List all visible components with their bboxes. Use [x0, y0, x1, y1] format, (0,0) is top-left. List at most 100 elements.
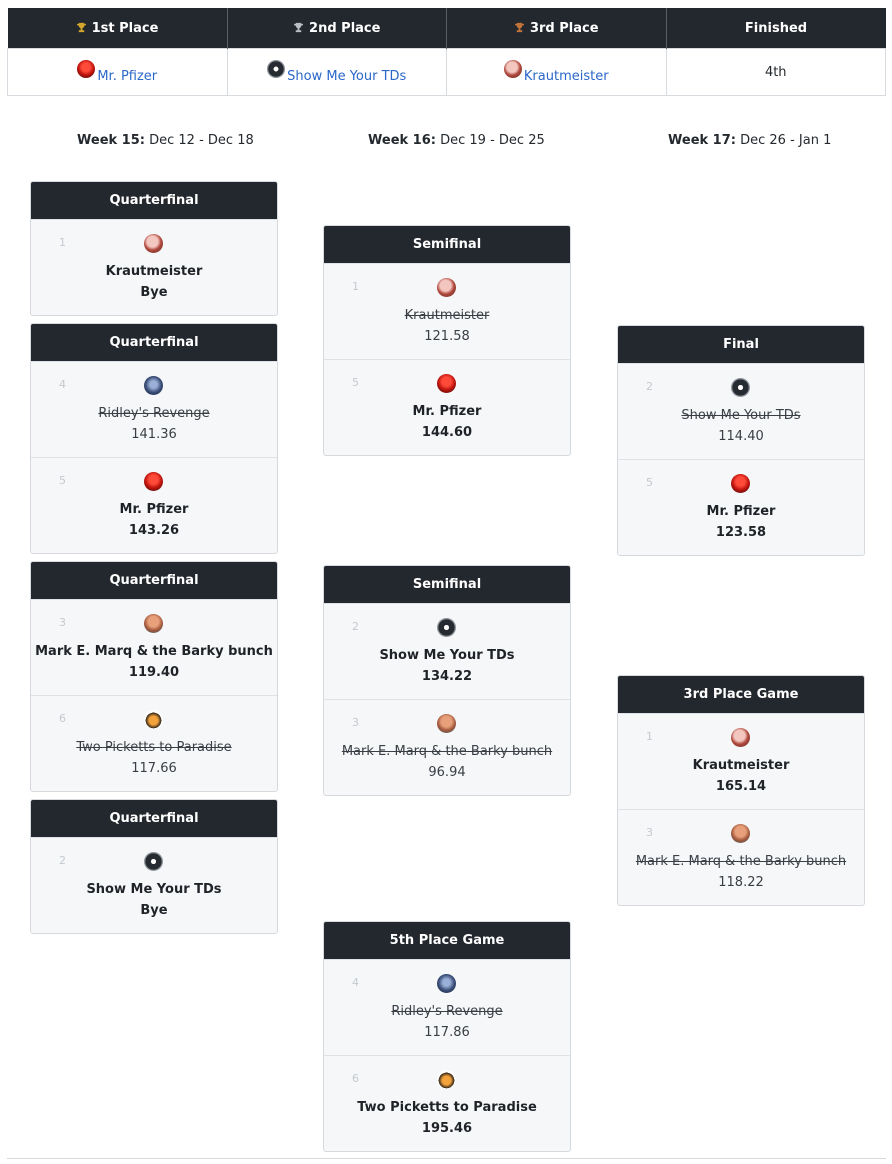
week-15-header: Week 15: Dec 12 - Dec 18 [77, 133, 254, 148]
avatar [267, 60, 286, 78]
team-slot[interactable]: 3 Mark E. Marq & the Barky bunch 96.94 [324, 699, 570, 795]
seed: 1 [59, 236, 66, 249]
avatar [144, 472, 163, 491]
team-slot[interactable]: 2 Show Me Your TDs 134.22 [324, 603, 570, 699]
seed: 3 [646, 826, 653, 839]
quarterfinal-card-3: Quarterfinal 3 Mark E. Marq & the Barky … [30, 561, 278, 792]
match-title: 5th Place Game [324, 922, 570, 959]
match-title: Final [618, 326, 864, 363]
avatar [731, 824, 750, 843]
quarterfinal-card-4: Quarterfinal 2 Show Me Your TDs Bye [30, 799, 278, 934]
avatar [144, 234, 163, 253]
team-slot[interactable]: 1 Krautmeister 121.58 [324, 263, 570, 359]
team-score: 117.66 [131, 761, 177, 776]
avatar [731, 728, 750, 747]
team-score: 119.40 [128, 665, 180, 680]
team-slot[interactable]: 2 Show Me Your TDs 114.40 [618, 363, 864, 459]
second-place-cell[interactable]: Show Me Your TDs [226, 48, 447, 96]
avatar [731, 474, 750, 493]
team-name: Ridley's Revenge [98, 406, 210, 421]
seed: 1 [352, 280, 359, 293]
semifinal-card-2: Semifinal 2 Show Me Your TDs 134.22 3 Ma… [323, 565, 571, 796]
avatar [437, 374, 456, 393]
standings-header-row: 1st Place 2nd Place 3rd Place Finished [7, 8, 886, 49]
team-score: 134.22 [421, 669, 473, 684]
standings-table: 1st Place 2nd Place 3rd Place Finished M… [7, 8, 886, 96]
seed: 4 [59, 378, 66, 391]
avatar [503, 60, 522, 78]
first-place-header: 1st Place [7, 8, 227, 49]
seed: 5 [352, 376, 359, 389]
avatar [437, 278, 456, 297]
team-name: Krautmeister [105, 264, 203, 279]
first-place-team-link[interactable]: Mr. Pfizer [97, 69, 157, 84]
avatar [437, 974, 456, 993]
semifinal-card-1: Semifinal 1 Krautmeister 121.58 5 Mr. Pf… [323, 225, 571, 456]
team-score: 117.86 [424, 1025, 470, 1040]
team-slot[interactable]: 4 Ridley's Revenge 141.36 [31, 361, 277, 457]
avatar [437, 714, 456, 733]
team-score: 195.46 [421, 1121, 473, 1136]
seed: 6 [352, 1072, 359, 1085]
team-slot[interactable]: 1 Krautmeister Bye [31, 219, 277, 315]
team-name: Mr. Pfizer [706, 504, 776, 519]
match-title: Quarterfinal [31, 800, 277, 837]
team-slot[interactable]: 5 Mr. Pfizer 123.58 [618, 459, 864, 555]
seed: 5 [646, 476, 653, 489]
team-name: Show Me Your TDs [681, 408, 801, 423]
seed: 2 [59, 854, 66, 867]
team-slot[interactable]: 6 Two Picketts to Paradise 195.46 [324, 1055, 570, 1151]
match-title: Quarterfinal [31, 324, 277, 361]
team-score: 114.40 [718, 429, 764, 444]
team-name: Two Picketts to Paradise [357, 1100, 537, 1115]
team-score: 118.22 [718, 875, 764, 890]
team-score: 96.94 [428, 765, 466, 780]
final-card: Final 2 Show Me Your TDs 114.40 5 Mr. Pf… [617, 325, 865, 556]
third-place-header: 3rd Place [446, 8, 666, 49]
finished-cell: 4th [665, 48, 886, 96]
team-slot[interactable]: 5 Mr. Pfizer 144.60 [324, 359, 570, 455]
week-17-header: Week 17: Dec 26 - Jan 1 [668, 133, 832, 148]
second-place-header: 2nd Place [226, 8, 447, 49]
seed: 3 [352, 716, 359, 729]
team-name: Krautmeister [692, 758, 790, 773]
week-16-header: Week 16: Dec 19 - Dec 25 [368, 133, 545, 148]
seed: 3 [59, 616, 66, 629]
trophy-icon [293, 22, 304, 32]
team-score: 143.26 [128, 523, 180, 538]
second-place-team-link[interactable]: Show Me Your TDs [287, 69, 406, 84]
team-slot[interactable]: 6 Two Picketts to Paradise 117.66 [31, 695, 277, 791]
seed: 2 [352, 620, 359, 633]
fifth-place-card: 5th Place Game 4 Ridley's Revenge 117.86… [323, 921, 571, 1152]
standings-row: Mr. Pfizer Show Me Your TDs Krautmeister… [7, 48, 886, 96]
trophy-icon [76, 22, 86, 32]
team-name: Krautmeister [404, 308, 490, 323]
team-score: Bye [140, 903, 168, 918]
team-score: Bye [140, 285, 168, 300]
seed: 4 [352, 976, 359, 989]
team-name: Ridley's Revenge [391, 1004, 503, 1019]
avatar [437, 618, 456, 637]
team-name: Mark E. Marq & the Barky bunch [341, 744, 553, 759]
avatar [144, 852, 163, 871]
third-place-team-link[interactable]: Krautmeister [524, 69, 609, 84]
team-slot[interactable]: 5 Mr. Pfizer 143.26 [31, 457, 277, 553]
team-slot[interactable]: 4 Ridley's Revenge 117.86 [324, 959, 570, 1055]
match-title: 3rd Place Game [618, 676, 864, 713]
team-score: 141.36 [131, 427, 177, 442]
avatar [144, 710, 163, 729]
team-slot[interactable]: 2 Show Me Your TDs Bye [31, 837, 277, 933]
match-title: Quarterfinal [31, 562, 277, 599]
team-slot[interactable]: 1 Krautmeister 165.14 [618, 713, 864, 809]
team-score: 165.14 [715, 779, 767, 794]
first-place-cell[interactable]: Mr. Pfizer [7, 48, 228, 96]
third-place-cell[interactable]: Krautmeister [446, 48, 667, 96]
team-slot[interactable]: 3 Mark E. Marq & the Barky bunch 119.40 [31, 599, 277, 695]
team-name: Mark E. Marq & the Barky bunch [635, 854, 847, 869]
seed: 1 [646, 730, 653, 743]
team-score: 144.60 [421, 425, 473, 440]
team-name: Mr. Pfizer [412, 404, 482, 419]
team-slot[interactable]: 3 Mark E. Marq & the Barky bunch 118.22 [618, 809, 864, 905]
avatar [144, 376, 163, 395]
quarterfinal-card-1: Quarterfinal 1 Krautmeister Bye [30, 181, 278, 316]
